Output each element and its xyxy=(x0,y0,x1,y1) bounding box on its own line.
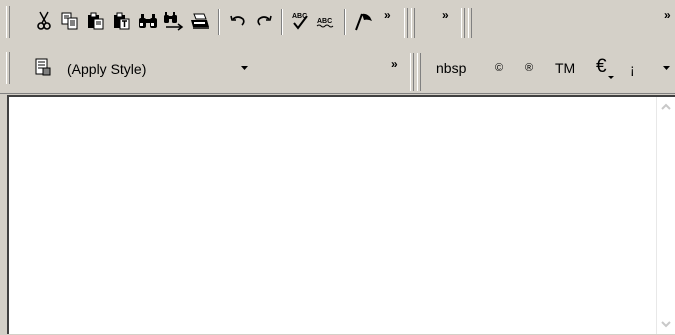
spellcheck-text-icon: ABC xyxy=(316,18,334,28)
toolbar-grip[interactable] xyxy=(461,8,465,38)
redo-icon xyxy=(257,15,272,26)
style-list-button[interactable] xyxy=(31,54,55,80)
copy-button[interactable] xyxy=(58,8,82,34)
toolbar-grip[interactable] xyxy=(6,52,10,84)
find-next-icon xyxy=(164,12,184,31)
style-dropdown[interactable]: (Apply Style) xyxy=(67,58,255,80)
toolbar2-row-overflow-chevron[interactable]: » xyxy=(391,58,398,70)
cut-icon xyxy=(37,11,51,30)
redo-button[interactable] xyxy=(252,8,276,34)
toolbar-grip[interactable] xyxy=(404,8,408,38)
paste-icon xyxy=(88,12,104,30)
find-icon xyxy=(139,14,157,28)
toolbar-grip[interactable] xyxy=(6,6,10,38)
flag-icon xyxy=(355,13,372,31)
chevron-up-icon xyxy=(661,103,671,110)
chevron-down-icon[interactable] xyxy=(241,66,249,71)
cut-button[interactable] xyxy=(32,8,56,34)
editor-area[interactable] xyxy=(7,95,675,334)
toolbar2-overflow-chevron[interactable]: » xyxy=(442,9,449,21)
undo-icon xyxy=(230,15,245,26)
special-char-value: ¡ xyxy=(630,61,635,77)
copy-icon xyxy=(61,12,78,30)
chevron-down-icon[interactable] xyxy=(663,66,671,71)
copyright-button[interactable]: © xyxy=(495,62,503,74)
toolbar-separator xyxy=(281,9,283,35)
spellcheck-icon: ABC xyxy=(292,13,308,30)
toolbar-grip[interactable] xyxy=(411,8,415,38)
scroll-down-button[interactable] xyxy=(658,316,674,332)
find-button[interactable] xyxy=(136,8,160,34)
spellcheck-text-label: ABC xyxy=(317,18,332,25)
paste-button[interactable] xyxy=(84,8,108,34)
chevron-down-icon xyxy=(661,321,671,328)
toolbar-separator xyxy=(218,9,220,35)
euro-button[interactable]: € xyxy=(596,56,607,78)
flag-button[interactable] xyxy=(352,8,376,34)
spellcheck-button[interactable]: ABC xyxy=(289,8,313,34)
toolbar-grip[interactable] xyxy=(417,53,421,91)
find-next-button[interactable] xyxy=(162,8,186,34)
special-char-dropdown[interactable]: ¡ xyxy=(626,58,675,80)
paste-text-icon xyxy=(114,12,130,30)
undo-button[interactable] xyxy=(226,8,250,34)
print-icon xyxy=(191,13,209,29)
style-list-icon xyxy=(35,58,51,76)
vertical-scrollbar[interactable] xyxy=(656,97,675,334)
trademark-button[interactable]: TM xyxy=(555,60,575,76)
paste-text-button[interactable] xyxy=(110,8,134,34)
print-button[interactable] xyxy=(188,8,212,34)
euro-dropdown-arrow-icon[interactable] xyxy=(608,76,614,80)
toolbar-separator xyxy=(344,9,346,35)
toolbar-grip[interactable] xyxy=(468,8,472,38)
toolbar-row-1: ABC ABC » » » xyxy=(0,0,675,45)
toolbar1-overflow-chevron[interactable]: » xyxy=(384,9,391,21)
scroll-up-button[interactable] xyxy=(658,99,674,115)
style-dropdown-value: (Apply Style) xyxy=(67,61,147,77)
toolbar-grip[interactable] xyxy=(410,53,414,91)
nbsp-button[interactable]: nbsp xyxy=(436,60,466,76)
registered-button[interactable]: ® xyxy=(525,62,533,74)
toolbar3-overflow-chevron[interactable]: » xyxy=(664,9,671,21)
spellcheck-text-button[interactable]: ABC xyxy=(315,8,339,34)
